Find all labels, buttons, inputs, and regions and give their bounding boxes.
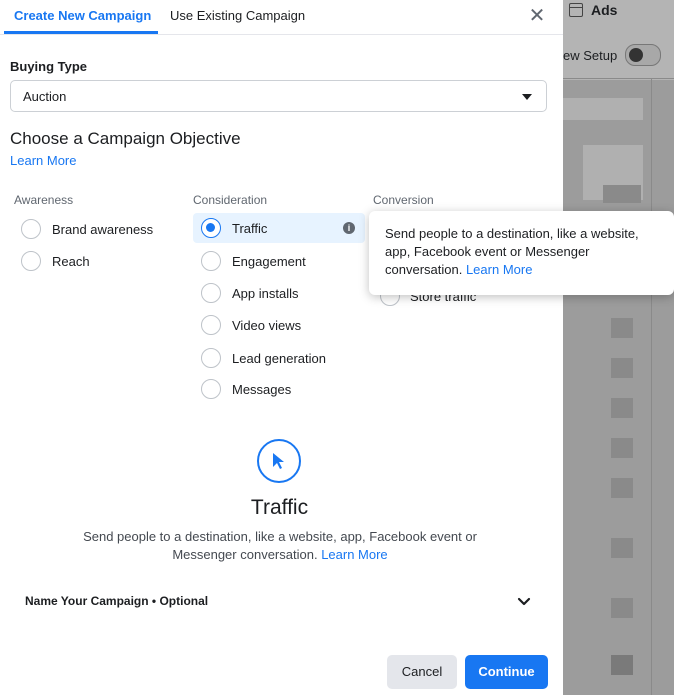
buying-type-label: Buying Type: [10, 59, 88, 74]
pixelated-block: [563, 98, 643, 120]
tab-use-existing-campaign[interactable]: Use Existing Campaign: [170, 8, 305, 23]
toggle-icon: [625, 44, 662, 66]
selected-objective-title: Traffic: [250, 496, 309, 519]
radio-button[interactable]: [201, 283, 221, 303]
background-title: Ads: [569, 2, 617, 18]
radio-button[interactable]: [21, 251, 41, 271]
objective-option-brand-awareness[interactable]: Brand awareness: [21, 214, 186, 244]
awareness-heading: Awareness: [14, 193, 74, 207]
objective-tooltip: Send people to a destination, like a web…: [369, 211, 674, 295]
consideration-heading: Consideration: [193, 193, 268, 207]
pixelated-block: [611, 478, 633, 498]
chevron-down-icon[interactable]: [516, 594, 532, 610]
pixelated-block: [611, 318, 633, 338]
radio-button-selected[interactable]: [201, 218, 221, 238]
pixelated-block: [611, 398, 633, 418]
radio-button[interactable]: [201, 315, 221, 335]
background-app: Ads ew Setup: [563, 0, 674, 695]
close-icon[interactable]: ✕: [527, 6, 547, 26]
tab-bar: Create New Campaign Use Existing Campaig…: [0, 0, 563, 35]
calendar-icon: [569, 3, 583, 17]
objective-option-video-views[interactable]: Video views: [201, 310, 361, 340]
pixelated-block: [603, 185, 641, 203]
info-icon[interactable]: i: [343, 222, 355, 234]
objective-option-app-installs[interactable]: App installs: [201, 278, 361, 308]
radio-button[interactable]: [201, 348, 221, 368]
pixelated-block: [611, 598, 633, 618]
create-campaign-dialog: Create New Campaign Use Existing Campaig…: [0, 0, 563, 695]
objective-option-reach[interactable]: Reach: [21, 246, 186, 276]
active-tab-indicator: [4, 31, 158, 34]
cancel-button[interactable]: Cancel: [387, 655, 457, 689]
background-setup-toggle: ew Setup: [563, 44, 662, 66]
objective-option-engagement[interactable]: Engagement: [201, 246, 361, 276]
objective-option-traffic[interactable]: Traffic i: [193, 213, 365, 243]
selected-objective-description: Send people to a destination, like a web…: [83, 529, 477, 562]
pixelated-block: [611, 538, 633, 558]
conversion-heading: Conversion: [373, 193, 434, 207]
continue-button[interactable]: Continue: [465, 655, 548, 689]
radio-button[interactable]: [21, 219, 41, 239]
pixelated-block: [611, 655, 633, 675]
background-divider: [651, 78, 652, 695]
caret-down-icon: [522, 94, 532, 100]
pixelated-block: [611, 358, 633, 378]
objective-option-messages[interactable]: Messages: [201, 374, 361, 404]
tab-create-new-campaign[interactable]: Create New Campaign: [14, 8, 151, 23]
objective-learn-more-link[interactable]: Learn More: [10, 153, 76, 168]
radio-button[interactable]: [201, 379, 221, 399]
buying-type-value: Auction: [23, 89, 67, 104]
name-campaign-toggle[interactable]: Name Your Campaign • Optional: [25, 594, 208, 608]
tooltip-learn-more-link[interactable]: Learn More: [466, 262, 532, 277]
background-divider: [563, 78, 674, 79]
selected-objective-learn-more-link[interactable]: Learn More: [321, 547, 387, 562]
pixelated-block: [611, 438, 633, 458]
buying-type-select[interactable]: Auction: [10, 80, 547, 112]
objective-title: Choose a Campaign Objective: [10, 129, 241, 148]
objective-option-lead-generation[interactable]: Lead generation: [201, 343, 361, 373]
radio-button[interactable]: [201, 251, 221, 271]
cursor-icon: [257, 439, 301, 483]
